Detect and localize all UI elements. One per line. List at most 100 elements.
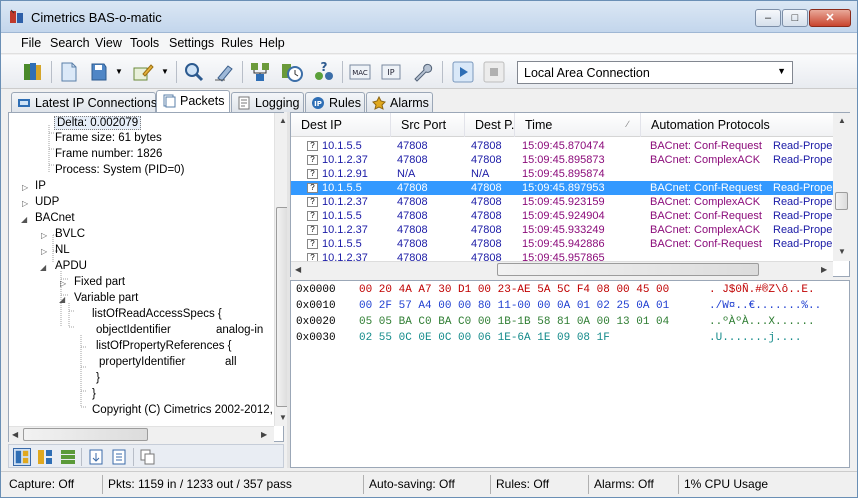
menu-view[interactable]: View <box>95 36 122 50</box>
copy-icon[interactable] <box>139 448 157 466</box>
column-header-src-port[interactable]: Src Port <box>391 113 465 137</box>
maximize-button[interactable]: □ <box>782 9 808 27</box>
tree-horizontal-scroll-thumb[interactable] <box>23 428 148 441</box>
expand-udp-icon[interactable]: ▷ <box>22 199 28 208</box>
tab-packets[interactable]: Packets <box>156 90 230 112</box>
help-query-icon[interactable]: ? <box>312 60 336 84</box>
tree-node-list-of-property-references[interactable]: listOfPropertyReferences { <box>96 340 232 352</box>
clear-icon[interactable] <box>212 60 236 84</box>
packet-list-vertical-scroll-thumb[interactable] <box>835 192 848 210</box>
collapse-all-icon[interactable] <box>110 448 128 466</box>
menu-rules[interactable]: Rules <box>221 36 253 50</box>
table-row[interactable]: ? 10.1.2.37 47808 47808 15:09:45.923159 BACne… <box>291 195 833 209</box>
collapse-apdu-icon[interactable]: ◢ <box>40 263 46 272</box>
table-row[interactable]: ? 10.1.2.91 N/A N/A 15:09:45.895874 <box>291 167 833 181</box>
table-row[interactable]: ? 10.1.2.37 47808 47808 15:09:45.895873 BACne… <box>291 153 833 167</box>
tree-horizontal-scrollbar[interactable]: ◀ ▶ <box>9 426 274 442</box>
layout-split-icon[interactable] <box>13 448 31 466</box>
tab-logging[interactable]: Logging <box>231 92 304 112</box>
open-library-icon[interactable] <box>21 60 45 84</box>
hex-ascii[interactable]: . J$0Ñ.#®Z\ô..E. <box>709 284 815 296</box>
tab-strip: Latest IP Connections Packets Logging IP… <box>1 90 857 112</box>
tab-alarms[interactable]: Alarms <box>366 92 433 112</box>
table-row[interactable]: ? 10.1.5.5 47808 47808 15:09:45.942886 BACnet… <box>291 237 833 251</box>
tree-node-frame-size[interactable]: Frame size: 61 bytes <box>55 132 162 144</box>
column-header-dest-ip[interactable]: Dest IP <box>291 113 391 137</box>
tree-node-apdu[interactable]: APDU <box>55 260 87 272</box>
menu-help[interactable]: Help <box>259 36 285 50</box>
stop-capture-icon[interactable] <box>482 60 506 84</box>
scroll-down-icon[interactable]: ▼ <box>279 413 287 422</box>
scroll-down-icon[interactable]: ▼ <box>838 247 846 256</box>
packet-list-horizontal-scroll-thumb[interactable] <box>497 263 759 276</box>
table-row[interactable]: ? 10.1.5.5 47808 47808 15:09:45.897953 BACnet… <box>291 181 833 195</box>
tree-node-object-identifier[interactable]: objectIdentifier <box>96 324 171 336</box>
packet-detail-tree: Delta: 0.002079 Frame size: 61 bytes Fra… <box>8 112 289 442</box>
wrench-icon[interactable] <box>410 60 434 84</box>
minimize-button[interactable]: – <box>755 9 781 27</box>
tree-node-process[interactable]: Process: System (PID=0) <box>55 164 184 176</box>
expand-bvlc-icon[interactable]: ▷ <box>41 231 47 240</box>
network-view-icon[interactable] <box>248 60 272 84</box>
cell-time: 15:09:45.924904 <box>522 210 605 222</box>
start-capture-icon[interactable] <box>451 60 475 84</box>
hex-ascii[interactable]: ..ºÀºÀ...X...... <box>709 316 815 328</box>
menu-search[interactable]: Search <box>50 36 90 50</box>
expand-ip-icon[interactable]: ▷ <box>22 183 28 192</box>
scroll-left-icon[interactable]: ◀ <box>295 265 301 274</box>
tree-node-bacnet[interactable]: BACnet <box>35 212 75 224</box>
table-row[interactable]: ? 10.1.5.5 47808 47808 15:09:45.924904 BACnet… <box>291 209 833 223</box>
new-document-icon[interactable] <box>57 60 81 84</box>
tab-rules[interactable]: IP Rules <box>305 92 365 112</box>
search-icon[interactable] <box>182 60 206 84</box>
scroll-up-icon[interactable]: ▲ <box>279 116 287 125</box>
tree-node-nl[interactable]: NL <box>55 244 70 256</box>
tree-node-property-identifier[interactable]: propertyIdentifier <box>99 356 185 368</box>
menu-settings[interactable]: Settings <box>169 36 214 50</box>
menu-file[interactable]: File <box>21 36 41 50</box>
tree-node-frame-number[interactable]: Frame number: 1826 <box>55 148 162 160</box>
column-header-time[interactable]: Time <box>515 113 641 137</box>
save-icon[interactable] <box>87 60 111 84</box>
tree-node-variable-part[interactable]: Variable part <box>74 292 138 304</box>
tree-node-fixed-part[interactable]: Fixed part <box>74 276 125 288</box>
tree-node-ip[interactable]: IP <box>35 180 46 192</box>
save-dropdown-icon[interactable]: ▼ <box>115 67 123 76</box>
tree-node-list-of-read-access-specs[interactable]: listOfReadAccessSpecs { <box>92 308 222 320</box>
mac-filter-icon[interactable]: MAC <box>348 60 372 84</box>
tree-node-bvlc[interactable]: BVLC <box>55 228 85 240</box>
collapse-bacnet-icon[interactable]: ◢ <box>21 215 27 224</box>
edit-icon[interactable] <box>131 60 155 84</box>
column-header-automation-protocols[interactable]: Automation Protocols <box>641 113 833 137</box>
layout-rows-icon[interactable] <box>59 448 77 466</box>
menu-tools[interactable]: Tools <box>130 36 159 50</box>
ip-filter-icon[interactable]: IP <box>379 60 403 84</box>
layout-columns-icon[interactable] <box>36 448 54 466</box>
hex-ascii[interactable]: ./W¤..€.......%.. <box>709 300 821 312</box>
tab-latest-ip-connections[interactable]: Latest IP Connections <box>11 92 157 112</box>
hex-bytes[interactable]: 05 05 BA C0 BA C0 00 1B-1B 58 81 0A 00 1… <box>359 316 669 328</box>
hex-bytes[interactable]: 00 2F 57 A4 00 00 80 11-00 00 0A 01 02 2… <box>359 300 669 312</box>
hex-ascii[interactable]: .U.......j.... <box>709 332 801 344</box>
scroll-right-icon[interactable]: ▶ <box>261 430 267 439</box>
scroll-left-icon[interactable]: ◀ <box>12 430 18 439</box>
scroll-right-icon[interactable]: ▶ <box>821 265 827 274</box>
packet-list-horizontal-scrollbar[interactable]: ◀ ▶ <box>291 261 833 277</box>
tree-node-delta[interactable]: Delta: 0.002079 <box>54 116 142 130</box>
packet-list-vertical-scrollbar[interactable]: ▲ ▼ <box>833 113 850 261</box>
close-button[interactable]: ✕ <box>809 9 851 27</box>
scroll-up-icon[interactable]: ▲ <box>838 116 846 125</box>
table-row[interactable]: ? 10.1.5.5 47808 47808 15:09:45.870474 BACnet… <box>291 139 833 153</box>
column-header-dest-port[interactable]: Dest P... <box>465 113 515 137</box>
hex-bytes[interactable]: 00 20 4A A7 30 D1 00 23-AE 5A 5C F4 08 0… <box>359 284 669 296</box>
expand-fixed-part-icon[interactable]: ▷ <box>60 279 66 288</box>
hex-bytes[interactable]: 02 55 0C 0E 0C 00 06 1E-6A 1E 09 08 1F <box>359 332 610 344</box>
table-row[interactable]: ? 10.1.2.37 47808 47808 15:09:45.933249 BACne… <box>291 223 833 237</box>
tree-node-udp[interactable]: UDP <box>35 196 59 208</box>
expand-all-icon[interactable] <box>87 448 105 466</box>
schedule-icon[interactable] <box>280 60 304 84</box>
collapse-variable-part-icon[interactable]: ◢ <box>59 295 65 304</box>
edit-dropdown-icon[interactable]: ▼ <box>161 67 169 76</box>
expand-nl-icon[interactable]: ▷ <box>41 247 47 256</box>
connection-select[interactable]: Local Area Connection ▼ <box>517 61 793 84</box>
